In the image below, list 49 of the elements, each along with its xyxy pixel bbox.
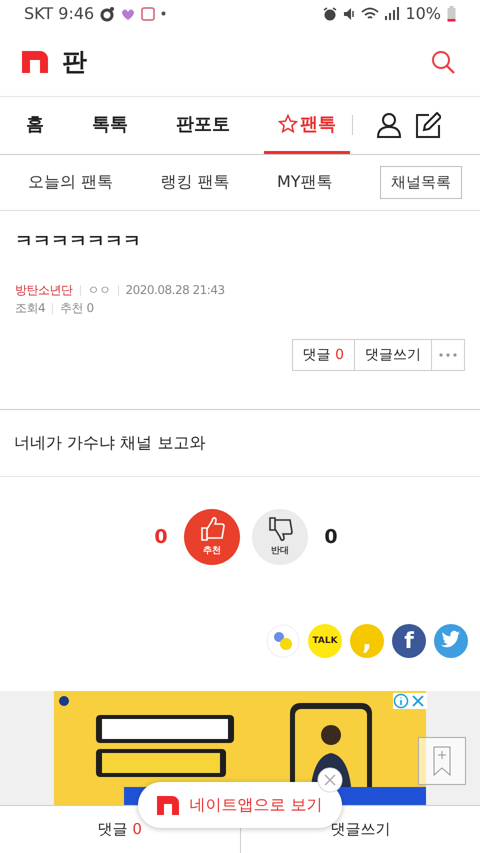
bird-icon[interactable] <box>434 624 468 658</box>
upvote-button[interactable]: 추천 <box>184 508 240 565</box>
battery-level: 10% <box>405 4 441 24</box>
nate-logo-icon[interactable] <box>22 50 48 73</box>
upvote-count: 0 <box>153 526 169 548</box>
downvote-count: 0 <box>323 526 339 548</box>
mute-icon <box>343 6 356 21</box>
more-icon <box>439 353 457 358</box>
write-comment-button[interactable]: 댓글쓰기 <box>354 339 432 372</box>
alarm-icon <box>323 6 338 21</box>
subnav-link[interactable]: 오늘의 팬톡 <box>28 172 114 193</box>
toast-close-icon[interactable] <box>317 767 343 793</box>
thumbs-up-icon <box>199 516 225 542</box>
search-icon[interactable] <box>431 50 455 74</box>
battery-icon <box>447 6 456 22</box>
like-count: 추천 0 <box>60 300 94 317</box>
author-name: ㅇㅇ <box>88 282 110 299</box>
nav-tab[interactable]: 판포토 <box>162 96 244 154</box>
channel-link[interactable]: 방탄소년단 <box>15 282 72 299</box>
nav-tab[interactable]: 팬톡 <box>264 96 350 154</box>
person-icon[interactable] <box>377 112 401 138</box>
ad-info-close-icon[interactable] <box>393 693 427 710</box>
share-bubbles-icon[interactable] <box>266 624 300 658</box>
facebook-share-button[interactable]: f <box>392 624 426 658</box>
channel-list-button[interactable]: 채널목록 <box>380 166 462 199</box>
thumbs-down-icon <box>267 516 293 542</box>
post-body: 너네가 가수냐 채널 보고와 <box>14 432 206 454</box>
signal-icon <box>385 7 400 20</box>
ring-icon <box>100 6 116 22</box>
kakaotalk-share-button[interactable]: TALK <box>308 624 342 658</box>
nav-tab[interactable]: 톡톡 <box>78 96 142 154</box>
edit-icon[interactable] <box>415 112 441 138</box>
comments-button[interactable]: 댓글 0 <box>292 339 355 372</box>
view-count: 조회4 <box>15 300 46 317</box>
status-time: SKT 9:46 <box>24 4 94 24</box>
dot-icon <box>161 11 166 16</box>
post-title: ㅋㅋㅋㅋㅋㅋㅋ <box>15 230 142 254</box>
page-title: 판 <box>62 46 87 78</box>
post-date: 2020.08.28 21:43 <box>126 283 225 298</box>
calendar-icon <box>141 6 156 21</box>
bookmark-add-icon[interactable] <box>418 737 466 786</box>
subnav-link[interactable]: MY팬톡 <box>277 172 333 193</box>
downvote-button[interactable]: 반대 <box>252 508 308 565</box>
nate-logo-icon <box>157 796 180 814</box>
wifi-icon <box>361 7 380 20</box>
nav-tab[interactable]: 홈 <box>12 96 58 154</box>
subnav-link[interactable]: 랭킹 팬톡 <box>160 172 230 193</box>
heart-icon <box>121 8 136 20</box>
more-button[interactable] <box>431 339 465 372</box>
